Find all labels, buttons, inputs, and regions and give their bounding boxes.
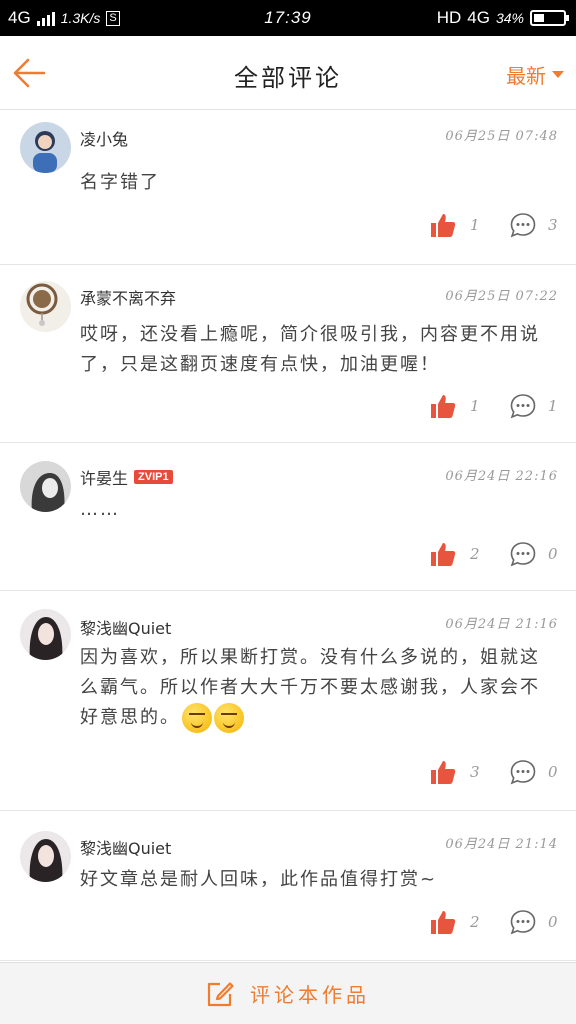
chevron-down-icon xyxy=(552,71,564,78)
username[interactable]: 黎浅幽Quiet xyxy=(80,615,171,639)
comment-bubble-icon xyxy=(510,910,536,935)
write-comment-label: 评论本作品 xyxy=(250,983,370,1007)
avatar[interactable] xyxy=(20,609,71,660)
comment-actions: 2 0 xyxy=(430,541,558,567)
hd-indicator: HD xyxy=(436,8,462,27)
reply-count: 3 xyxy=(548,216,558,234)
comment-item: 承蒙不离不弃 06月25日 07:22 哎呀，还没看上瘾呢，简介很吸引我，内容更… xyxy=(0,265,576,443)
username[interactable]: 黎浅幽Quiet xyxy=(80,835,171,859)
comment-text: 哎呀，还没看上瘾呢，简介很吸引我，内容更不用说了，只是这翻页速度有点快，加油更喔… xyxy=(80,324,540,375)
like-button[interactable]: 2 xyxy=(430,909,480,935)
smirk-emoji-icon xyxy=(182,703,212,733)
comment-actions: 1 3 xyxy=(430,212,558,238)
thumbs-up-icon xyxy=(431,543,456,566)
like-count: 1 xyxy=(470,397,480,415)
username[interactable]: 承蒙不离不弃 xyxy=(80,285,176,309)
comment-text: 因为喜欢，所以果断打赏。没有什么多说的，姐就这么霸气。所以作者大大千万不要太感谢… xyxy=(80,643,554,733)
username-text: 许晏生 xyxy=(80,469,129,488)
thumbs-up-icon xyxy=(431,214,456,237)
network-type-right: 4G xyxy=(467,8,490,27)
comment-item: 黎浅幽Quiet 06月24日 21:16 因为喜欢，所以果断打赏。没有什么多说… xyxy=(0,591,576,811)
comment-time: 06月24日 21:14 xyxy=(445,837,558,852)
reply-button[interactable]: 0 xyxy=(510,759,558,785)
avatar[interactable] xyxy=(20,831,71,882)
sort-label: 最新 xyxy=(506,64,546,88)
like-button[interactable]: 3 xyxy=(430,759,480,785)
reply-count: 0 xyxy=(548,913,558,931)
like-button[interactable]: 1 xyxy=(430,212,480,238)
like-count: 2 xyxy=(470,913,480,931)
comment-text: 名字错了 xyxy=(80,172,160,193)
like-button[interactable]: 2 xyxy=(430,541,480,567)
thumbs-up-icon xyxy=(431,761,456,784)
thumbs-up-icon xyxy=(431,911,456,934)
comment-actions: 1 1 xyxy=(430,393,558,419)
username-text: 承蒙不离不弃 xyxy=(80,289,177,308)
like-count: 3 xyxy=(470,763,480,781)
comment-actions: 3 0 xyxy=(430,759,558,785)
thumbs-up-icon xyxy=(431,395,456,418)
comment-time: 06月24日 22:16 xyxy=(445,469,558,484)
reply-count: 0 xyxy=(548,545,558,563)
comment-time: 06月24日 21:16 xyxy=(445,617,558,632)
comment-time: 06月25日 07:48 xyxy=(445,129,558,144)
comment-item: 凌小兔 06月25日 07:48 名字错了 1 3 xyxy=(0,110,576,265)
comment-item: 许晏生 ZVIP1 06月24日 22:16 …… 2 0 xyxy=(0,443,576,591)
username-text: 黎浅幽Quiet xyxy=(80,839,172,858)
smirk-emoji-icon xyxy=(214,703,244,733)
username-text: 黎浅幽Quiet xyxy=(80,619,172,638)
reply-button[interactable]: 0 xyxy=(510,909,558,935)
reply-count: 0 xyxy=(548,763,558,781)
comment-actions: 2 0 xyxy=(430,909,558,935)
reply-count: 1 xyxy=(548,397,558,415)
vip-badge: ZVIP1 xyxy=(134,470,173,484)
like-count: 2 xyxy=(470,545,480,563)
battery-percent: 34% xyxy=(495,10,524,26)
comment-bubble-icon xyxy=(510,760,536,785)
comment-text: 好文章总是耐人回味，此作品值得打赏~ xyxy=(80,869,438,890)
comment-bubble-icon xyxy=(510,542,536,567)
status-right: HD 4G 34% xyxy=(436,8,569,28)
username-text: 凌小兔 xyxy=(80,130,129,149)
reply-button[interactable]: 1 xyxy=(510,393,558,419)
sort-dropdown[interactable]: 最新 xyxy=(506,60,564,89)
username[interactable]: 许晏生 ZVIP1 xyxy=(80,465,173,489)
app-header: 全部评论 最新 xyxy=(0,36,576,110)
comment-list: 凌小兔 06月25日 07:48 名字错了 1 3 承蒙不离不弃 06月25日 … xyxy=(0,110,576,961)
battery-fill xyxy=(534,14,544,22)
write-comment-button[interactable]: 评论本作品 xyxy=(0,962,576,1024)
comment-text: …… xyxy=(80,499,120,520)
edit-icon xyxy=(207,981,234,1006)
status-bar: 4G 1.3K/s S 17:39 HD 4G 34% xyxy=(0,0,576,36)
comment-time: 06月25日 07:22 xyxy=(445,289,558,304)
page-title: 全部评论 xyxy=(234,64,342,92)
username[interactable]: 凌小兔 xyxy=(80,126,128,150)
reply-button[interactable]: 0 xyxy=(510,541,558,567)
comment-bubble-icon xyxy=(510,394,536,419)
reply-button[interactable]: 3 xyxy=(510,212,558,238)
avatar[interactable] xyxy=(20,461,71,512)
battery-icon xyxy=(530,10,569,26)
comment-text-body: 因为喜欢，所以果断打赏。没有什么多说的，姐就这么霸气。所以作者大大千万不要太感谢… xyxy=(80,647,540,728)
like-button[interactable]: 1 xyxy=(430,393,480,419)
avatar[interactable] xyxy=(20,122,71,173)
like-count: 1 xyxy=(470,216,480,234)
avatar[interactable] xyxy=(20,281,71,332)
comment-item: 黎浅幽Quiet 06月24日 21:14 好文章总是耐人回味，此作品值得打赏~… xyxy=(0,811,576,961)
comment-bubble-icon xyxy=(510,213,536,238)
